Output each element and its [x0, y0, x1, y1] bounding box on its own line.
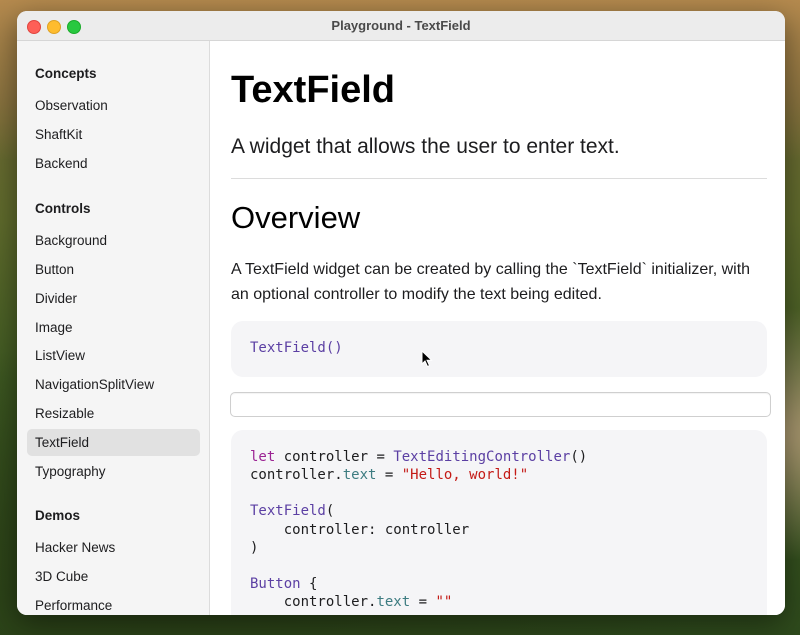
sidebar-item-performance[interactable]: Performance — [27, 592, 200, 615]
sidebar-item-backend[interactable]: Backend — [27, 150, 200, 177]
sidebar-item-hacker-news[interactable]: Hacker News — [27, 534, 200, 561]
sidebar-item-button[interactable]: Button — [27, 256, 200, 283]
text-field-demo[interactable] — [230, 392, 771, 417]
code-text: { — [300, 576, 318, 592]
sidebar-item-3d-cube[interactable]: 3D Cube — [27, 563, 200, 590]
divider — [231, 178, 767, 179]
code-text: controller. — [250, 594, 377, 610]
code-string: "Hello, world!" — [401, 467, 529, 483]
sidebar-item-shaftkit[interactable]: ShaftKit — [27, 121, 200, 148]
sidebar-item-label: NavigationSplitView — [35, 377, 155, 392]
code-text: = — [410, 594, 436, 610]
code-line: controller: controller — [250, 522, 470, 538]
sidebar-item-label: Typography — [35, 464, 106, 479]
code-text: ( — [325, 503, 335, 519]
sidebar-item-label: Hacker News — [35, 540, 116, 555]
code-line: let controller = TextEditingController() — [250, 449, 587, 465]
code-type: TextField — [250, 503, 326, 519]
sidebar-item-label: Divider — [35, 291, 78, 306]
code-line: controller.text = "Hello, world!" — [250, 467, 528, 483]
code-line: TextField( — [250, 503, 334, 519]
title-bar[interactable]: Playground - TextField — [17, 11, 785, 41]
code-property: text — [342, 467, 377, 483]
code-text: = — [376, 467, 402, 483]
sidebar-item-label: Image — [35, 320, 73, 335]
sidebar-section-concepts: Concepts — [35, 66, 97, 81]
page-title: TextField — [231, 69, 395, 111]
overview-paragraph: A TextField widget can be created by cal… — [231, 261, 751, 303]
sidebar-item-label: Backend — [35, 156, 88, 171]
sidebar-item-label: Observation — [35, 98, 108, 113]
code-property: text — [376, 594, 411, 610]
code-keyword: let — [250, 449, 276, 465]
window-title: Playground - TextField — [331, 18, 471, 33]
code-type: Button — [250, 576, 301, 592]
code-sample-basic: TextField() — [231, 321, 767, 377]
sidebar-section-controls: Controls — [35, 201, 91, 216]
overview-heading: Overview — [231, 200, 361, 235]
app-window: Playground - TextField Concepts Observat… — [17, 11, 785, 615]
sidebar-item-background[interactable]: Background — [27, 227, 200, 254]
code-sample-controller: let controller = TextEditingController()… — [231, 430, 767, 615]
sidebar-item-label: Background — [35, 233, 108, 248]
code-text: controller = — [275, 449, 394, 465]
sidebar-item-label: 3D Cube — [35, 569, 89, 584]
sidebar: Concepts Observation ShaftKit Backend Co… — [17, 41, 210, 615]
sidebar-item-textfield[interactable]: TextField — [27, 429, 200, 456]
sidebar-item-label: ShaftKit — [35, 127, 83, 142]
sidebar-item-label: Resizable — [35, 406, 95, 421]
code-line: TextField() — [250, 340, 343, 356]
mouse-pointer-icon — [421, 350, 433, 368]
code-type: TextEditingController — [393, 449, 571, 465]
sidebar-item-label: Performance — [35, 598, 113, 613]
sidebar-section-demos: Demos — [35, 508, 81, 523]
code-line: Button { — [250, 576, 317, 592]
sidebar-item-resizable[interactable]: Resizable — [27, 400, 200, 427]
code-line: controller.text = "" — [250, 594, 453, 610]
sidebar-item-label: TextField — [35, 435, 90, 450]
code-line: ) — [250, 540, 259, 556]
page-subtitle: A widget that allows the user to enter t… — [231, 135, 620, 158]
code-string: "" — [435, 594, 453, 610]
sidebar-item-navigationsplitview[interactable]: NavigationSplitView — [27, 371, 200, 398]
sidebar-item-listview[interactable]: ListView — [27, 342, 200, 369]
sidebar-item-label: Button — [35, 262, 75, 277]
sidebar-item-image[interactable]: Image — [27, 314, 200, 341]
code-text: () — [570, 449, 588, 465]
sidebar-item-label: ListView — [35, 348, 86, 363]
main-content: TextField A widget that allows the user … — [210, 41, 785, 615]
sidebar-item-divider[interactable]: Divider — [27, 285, 200, 312]
code-text: controller. — [250, 467, 343, 483]
sidebar-item-observation[interactable]: Observation — [27, 92, 200, 119]
sidebar-item-typography[interactable]: Typography — [27, 458, 200, 485]
